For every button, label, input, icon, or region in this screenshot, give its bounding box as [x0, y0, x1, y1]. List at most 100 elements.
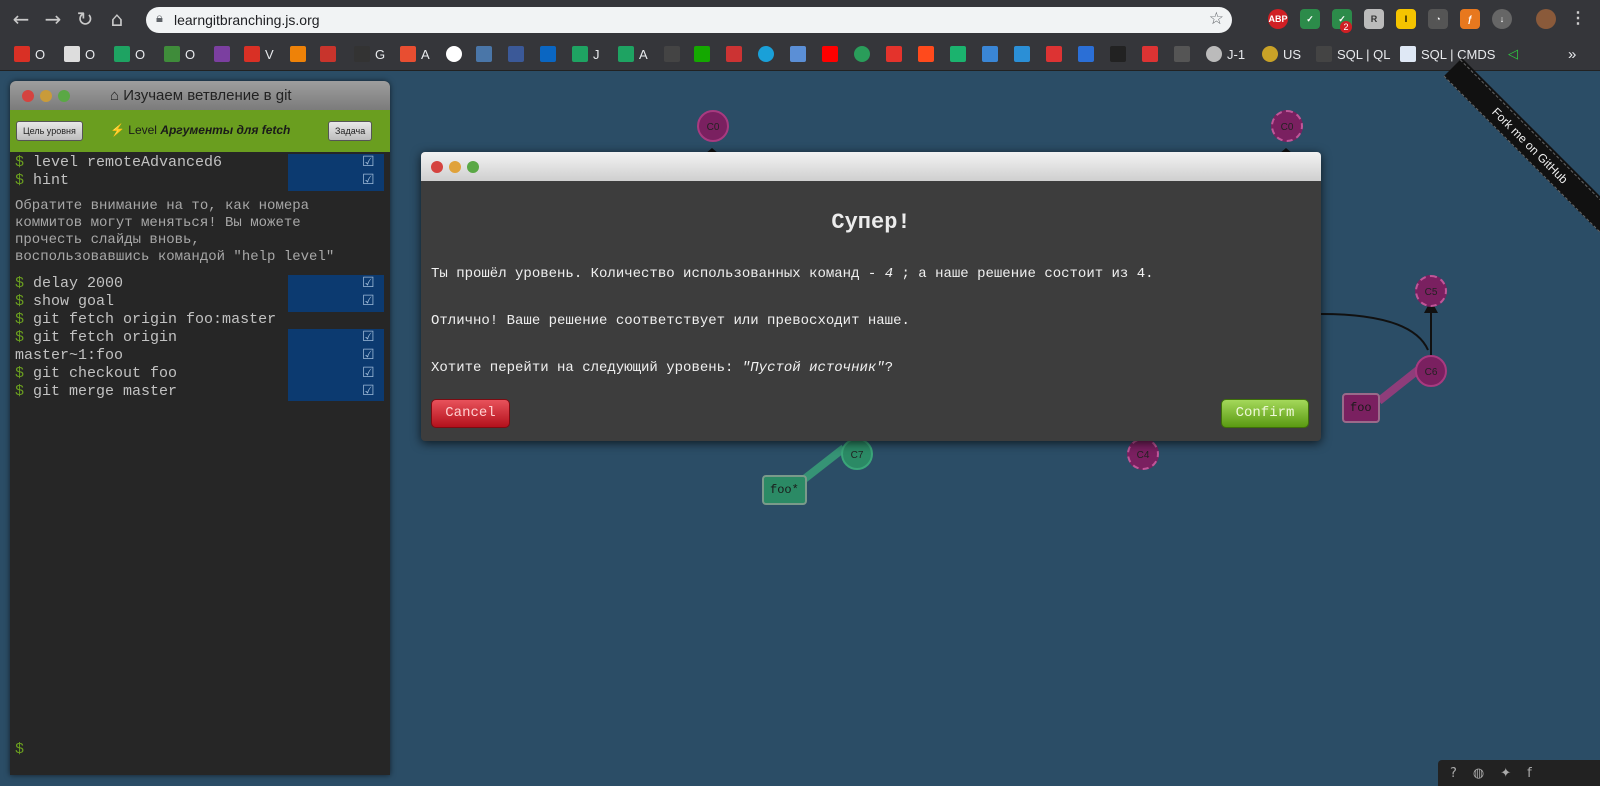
bookmark-j1[interactable]: J-1: [1206, 45, 1245, 63]
address-bar[interactable]: 🔒︎ learngitbranching.js.org ☆: [146, 7, 1232, 33]
bookmark-arrow[interactable]: ◁: [1508, 45, 1518, 63]
r-extension-icon[interactable]: R: [1364, 9, 1384, 29]
menu-icon[interactable]: ⋮: [1568, 9, 1588, 29]
commit-node[interactable]: C5: [1415, 275, 1447, 307]
bookmark-sql-ql[interactable]: SQL | QL: [1316, 45, 1390, 63]
profile-avatar[interactable]: [1536, 9, 1556, 29]
close-dot[interactable]: [22, 90, 34, 102]
bookmark-gmail[interactable]: O: [14, 45, 45, 63]
bookmark-star-icon[interactable]: ☆: [1209, 9, 1224, 29]
commit-node[interactable]: C7: [841, 438, 873, 470]
branch-arrow: [1376, 366, 1421, 405]
bookmark-upwork[interactable]: [694, 45, 710, 63]
youtube-icon: [822, 46, 838, 62]
bookmark-shield[interactable]: [790, 45, 806, 63]
commit-node[interactable]: C0: [1271, 110, 1303, 142]
branch-label[interactable]: foo*: [762, 475, 807, 505]
jpg-icon: [1142, 46, 1158, 62]
maximize-dot[interactable]: [58, 90, 70, 102]
gauge-extension-icon[interactable]: ◔: [1428, 9, 1448, 29]
next-level-text: Хотите перейти на следующий уровень: "Пу…: [431, 360, 894, 376]
gmail-icon: [244, 46, 260, 62]
bookmark-google[interactable]: [446, 45, 462, 63]
bookmark-drive[interactable]: O: [114, 45, 145, 63]
branch-label[interactable]: foo: [1342, 393, 1380, 423]
bookmark-hd[interactable]: [664, 45, 680, 63]
terminal-line: $ git fetch origin: [15, 329, 178, 346]
home-icon[interactable]: ⌂: [106, 8, 128, 30]
close-dot[interactable]: [431, 161, 443, 173]
bookmark-facebook[interactable]: [508, 45, 524, 63]
page-icon: [354, 46, 370, 62]
minimize-dot[interactable]: [40, 90, 52, 102]
bookmarks-overflow[interactable]: »: [1568, 45, 1576, 63]
level-title: ⚡ Level Аргументы для fetch: [110, 123, 291, 137]
bookmark-jpg[interactable]: [1142, 45, 1158, 63]
flash-extension-icon[interactable]: ƒ: [1460, 9, 1480, 29]
download-extension-icon[interactable]: ↓: [1492, 9, 1512, 29]
vk-icon: [476, 46, 492, 62]
checkbox-icon: ☑: [362, 172, 375, 188]
bookmark-us[interactable]: US: [1262, 45, 1301, 63]
bookmark-blue[interactable]: [1078, 45, 1094, 63]
cloud-icon: [982, 46, 998, 62]
shield-extension-icon[interactable]: ✓: [1300, 9, 1320, 29]
goal-button[interactable]: Цель уровня: [16, 121, 83, 141]
commit-node[interactable]: C0: [697, 110, 729, 142]
forward-icon[interactable]: →: [42, 8, 64, 30]
checkbox-icon: ☑: [362, 275, 375, 291]
checkbox-icon: ☑: [362, 383, 375, 399]
terminal-line: $ git checkout foo: [15, 365, 178, 382]
lf-icon: [886, 46, 902, 62]
checkbox-icon: ☑: [362, 329, 375, 345]
bookmark-cube[interactable]: [1014, 45, 1030, 63]
bookmark-dots[interactable]: [1174, 45, 1190, 63]
bookmark-link[interactable]: [320, 45, 336, 63]
bookmark-drive-a[interactable]: A: [618, 45, 648, 63]
back-icon[interactable]: ←: [10, 8, 32, 30]
confirm-button[interactable]: Confirm: [1221, 399, 1309, 428]
bookmark-ok[interactable]: [290, 45, 306, 63]
ok-icon: [290, 46, 306, 62]
l-extension-icon[interactable]: l: [1396, 9, 1416, 29]
minimize-dot[interactable]: [449, 161, 461, 173]
bookmark-globe[interactable]: [854, 45, 870, 63]
bookmark-red[interactable]: [1046, 45, 1062, 63]
app-icon: [1110, 46, 1126, 62]
globe-icon[interactable]: ◍: [1473, 766, 1484, 781]
bookmark-gmail-2[interactable]: V: [244, 45, 274, 63]
twitter-icon[interactable]: ✦: [1500, 766, 1511, 781]
bookmark-vk[interactable]: [476, 45, 492, 63]
bookmark-twitch[interactable]: [214, 45, 230, 63]
bookmark-circle[interactable]: [758, 45, 774, 63]
bookmark-star[interactable]: [726, 45, 742, 63]
task-button[interactable]: Задача: [328, 121, 373, 141]
bookmark-git[interactable]: A: [400, 45, 430, 63]
bookmark-x[interactable]: [950, 45, 966, 63]
commit-node[interactable]: C4: [1127, 438, 1159, 470]
bookmark-doc[interactable]: O: [64, 45, 95, 63]
command-input-prompt[interactable]: $: [15, 741, 24, 759]
help-icon[interactable]: ?: [1450, 766, 1457, 781]
hint-line: воспользовавшись командой "help level": [15, 249, 335, 265]
bookmark-g[interactable]: G: [354, 45, 385, 63]
commit-node[interactable]: C6: [1415, 355, 1447, 387]
bookmark-linkedin[interactable]: [540, 45, 556, 63]
bookmark-sql-cmds[interactable]: SQL | CMDS: [1400, 45, 1495, 63]
seal-icon: [1262, 46, 1278, 62]
facebook-icon[interactable]: f: [1527, 766, 1532, 781]
bookmark-drive-j[interactable]: J: [572, 45, 600, 63]
bookmark-board[interactable]: O: [164, 45, 195, 63]
adblock-extension-icon[interactable]: ABP: [1268, 9, 1288, 29]
reload-icon[interactable]: ↻: [74, 8, 96, 30]
git-icon: [400, 46, 416, 62]
browser-toolbar: ← → ↻ ⌂ 🔒︎ learngitbranching.js.org ☆ AB…: [0, 0, 1600, 38]
app-icon: [1046, 46, 1062, 62]
bookmark-lf[interactable]: [886, 45, 902, 63]
bookmark-cloud[interactable]: [982, 45, 998, 63]
bookmark-dark[interactable]: [1110, 45, 1126, 63]
bookmark-youtube[interactable]: [822, 45, 838, 63]
maximize-dot[interactable]: [467, 161, 479, 173]
cancel-button[interactable]: Cancel: [431, 399, 510, 428]
bookmark-ali[interactable]: [918, 45, 934, 63]
